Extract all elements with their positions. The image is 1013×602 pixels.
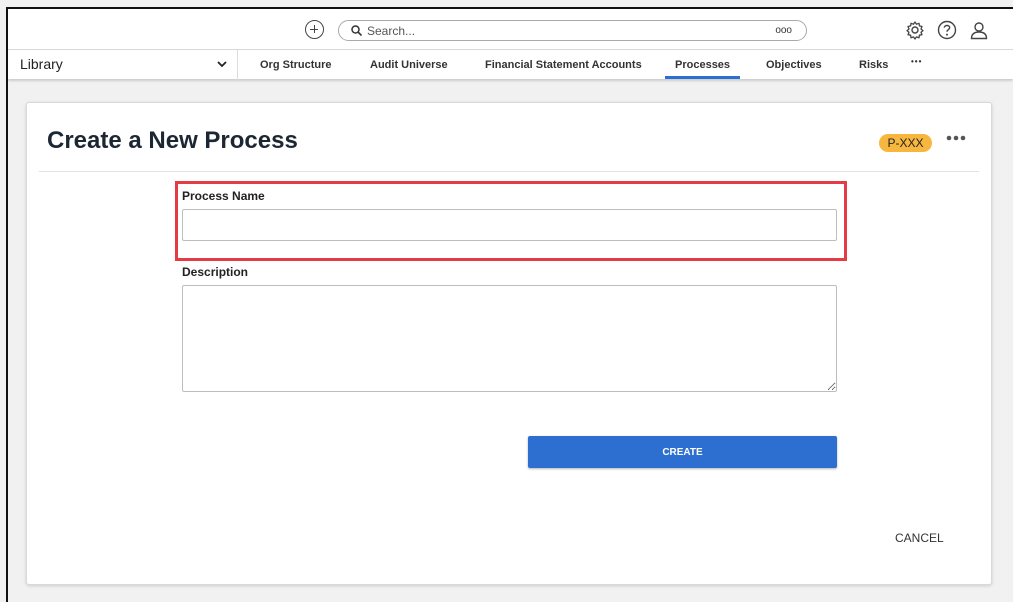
add-icon[interactable] xyxy=(305,20,324,39)
process-name-label: Process Name xyxy=(182,189,265,203)
search-options-icon[interactable]: ooo xyxy=(775,25,792,36)
module-nav: Library Org Structure Audit Universe Fin… xyxy=(8,49,1013,80)
tab-financial-statement-accounts[interactable]: Financial Statement Accounts xyxy=(485,59,642,71)
create-button[interactable]: CREATE xyxy=(528,436,837,468)
tab-processes[interactable]: Processes xyxy=(664,59,741,79)
help-icon[interactable] xyxy=(937,20,957,40)
search-icon xyxy=(351,25,362,36)
cancel-button[interactable]: CANCEL xyxy=(895,531,944,545)
description-label: Description xyxy=(182,265,249,279)
tab-org-structure[interactable]: Org Structure xyxy=(260,59,332,71)
gear-icon[interactable] xyxy=(905,20,925,40)
top-bar: ooo xyxy=(8,9,1013,49)
description-input[interactable] xyxy=(182,285,837,392)
id-badge: P-XXX xyxy=(879,134,932,152)
more-options-icon[interactable] xyxy=(946,135,966,141)
app-window: ooo Library Org Structure Audit Universe… xyxy=(6,7,1013,602)
process-name-input[interactable] xyxy=(182,209,837,241)
search-input[interactable] xyxy=(367,22,747,39)
more-tabs-icon[interactable]: ••• xyxy=(911,57,922,66)
tab-audit-universe[interactable]: Audit Universe xyxy=(370,59,448,71)
tab-objectives[interactable]: Objectives xyxy=(766,59,822,71)
global-search[interactable]: ooo xyxy=(338,20,807,41)
nav-divider xyxy=(237,50,238,80)
library-selector[interactable]: Library xyxy=(20,56,63,72)
create-process-panel: Create a New Process P-XXX Process Name … xyxy=(26,102,992,585)
chevron-down-icon[interactable] xyxy=(217,60,227,68)
user-profile-icon[interactable] xyxy=(969,20,989,40)
tab-risks[interactable]: Risks xyxy=(859,59,888,71)
header-divider xyxy=(39,171,979,172)
page-title: Create a New Process xyxy=(47,127,298,154)
